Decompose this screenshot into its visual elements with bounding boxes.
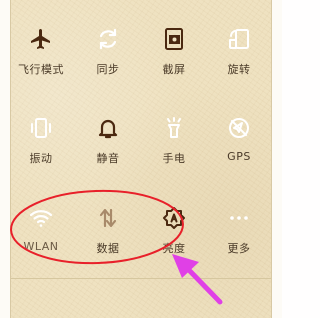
wlan-label: WLAN — [23, 240, 59, 253]
right-bezel — [271, 0, 282, 318]
toggle-flashlight[interactable]: 手电 — [142, 115, 206, 177]
brightness-icon — [161, 205, 187, 231]
vibrate-label: 振动 — [29, 152, 53, 165]
toggle-sync[interactable]: 同步 — [76, 26, 140, 88]
toggle-wlan[interactable]: WLAN — [9, 205, 73, 267]
more-label: 更多 — [227, 242, 251, 255]
more-icon — [226, 205, 252, 231]
toggle-vibrate[interactable]: 振动 — [9, 115, 73, 177]
silent-label: 静音 — [96, 152, 120, 165]
gps-label: GPS — [227, 150, 251, 163]
flashlight-icon — [161, 115, 187, 141]
airplane-icon — [28, 26, 54, 52]
more-settings[interactable]: 更多 — [207, 205, 271, 267]
mobile-data-icon — [95, 205, 121, 231]
flashlight-label: 手电 — [162, 152, 186, 165]
rotate-label: 旋转 — [227, 63, 251, 76]
sync-label: 同步 — [96, 63, 120, 76]
vibrate-icon — [28, 115, 54, 141]
mobile-data-label: 数据 — [96, 242, 120, 255]
toggle-silent[interactable]: 静音 — [76, 115, 140, 177]
bell-icon — [95, 115, 121, 141]
rotate-icon — [226, 26, 252, 52]
gps-icon — [226, 115, 252, 141]
airplane-mode-label: 飞行模式 — [18, 63, 64, 76]
bottom-divider — [11, 278, 271, 279]
toggle-rotate[interactable]: 旋转 — [207, 26, 271, 88]
brightness-label: 亮度 — [162, 242, 186, 255]
wifi-icon — [28, 205, 54, 231]
toggle-mobile-data[interactable]: 数据 — [76, 205, 140, 267]
toggle-gps[interactable]: GPS — [207, 115, 271, 177]
toggle-airplane-mode[interactable]: 飞行模式 — [9, 26, 73, 88]
brightness-control[interactable]: 亮度 — [142, 205, 206, 267]
screenshot-label: 截屏 — [162, 63, 186, 76]
screenshot-icon — [161, 26, 187, 52]
sync-icon — [95, 26, 121, 52]
toggle-screenshot[interactable]: 截屏 — [142, 26, 206, 88]
